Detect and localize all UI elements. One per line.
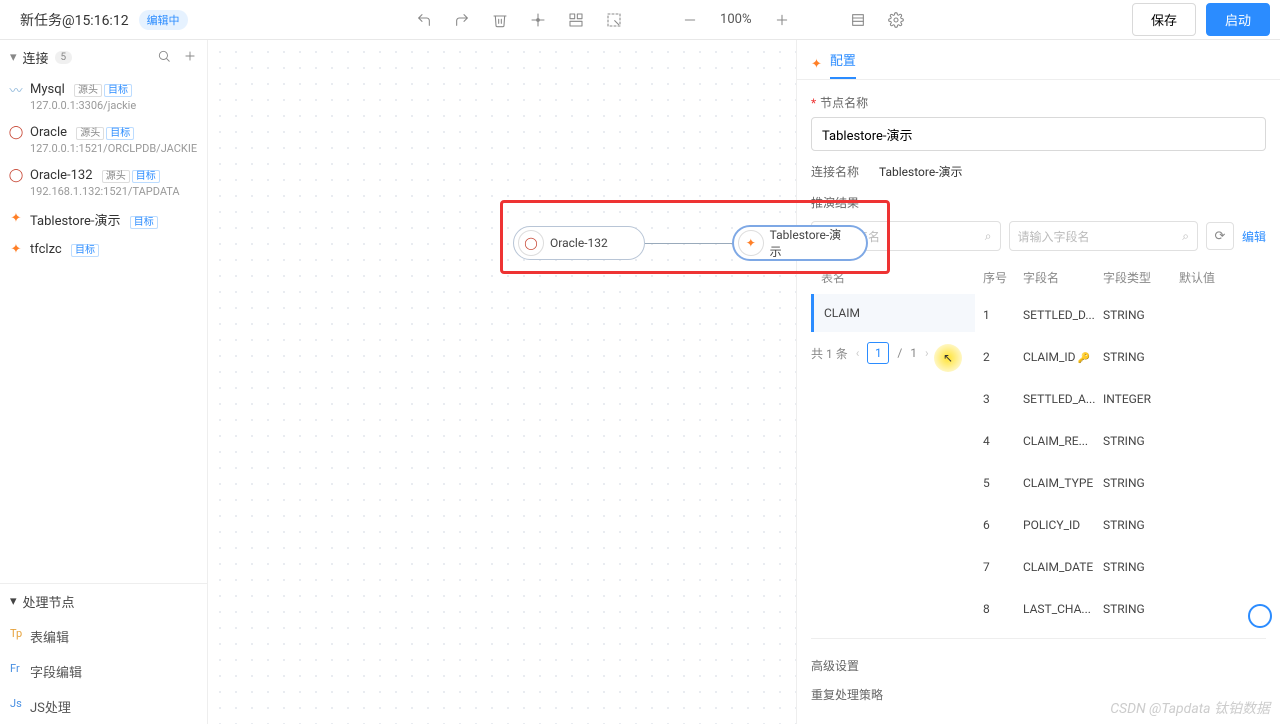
proc-section-title: 处理节点	[23, 592, 75, 611]
tab-config[interactable]: 配置	[830, 50, 856, 79]
field-row[interactable]: 5CLAIM_TYPESTRING	[983, 462, 1266, 504]
connection-item[interactable]: ✦ Tablestore-演示 目标	[0, 204, 207, 235]
tablestore-icon: ✦	[8, 210, 24, 226]
connection-count-badge: 5	[55, 51, 73, 64]
field-row[interactable]: 4CLAIM_RE...STRING	[983, 420, 1266, 462]
search-icon[interactable]	[157, 49, 171, 67]
refresh-icon[interactable]: ⟳	[1206, 222, 1234, 250]
chat-help-icon[interactable]	[1248, 604, 1272, 628]
flow-node-source[interactable]: ◯ Oracle-132	[513, 226, 645, 260]
oracle-icon: ◯	[8, 167, 24, 183]
connection-item[interactable]: ✦ tfclzc 目标	[0, 235, 207, 263]
watermark: CSDN @Tapdata 钛铂数据	[1110, 698, 1270, 718]
col-default: 默认值	[1179, 269, 1266, 286]
connection-name: Oracle-132	[30, 168, 93, 183]
tag: 目标	[71, 244, 99, 257]
edit-link[interactable]: 编辑	[1242, 228, 1266, 245]
connection-addr: 127.0.0.1:3306/jackie	[30, 99, 197, 112]
zoom-out-icon[interactable]	[680, 10, 700, 30]
chevron-down-icon[interactable]: ▾	[10, 50, 17, 65]
proc-abbr-icon: Tp	[10, 627, 22, 640]
connection-addr: 127.0.0.1:1521/ORCLPDB/JACKIE	[30, 142, 197, 155]
proc-abbr-icon: Fr	[10, 662, 20, 675]
table-row[interactable]: CLAIM	[811, 294, 975, 332]
layout-icon[interactable]	[566, 10, 586, 30]
center-icon[interactable]	[528, 10, 548, 30]
col-name: 字段名	[1023, 269, 1103, 286]
connection-addr: 192.168.1.132:1521/TAPDATA	[30, 185, 197, 198]
tablestore-icon: ✦	[738, 230, 764, 256]
pager-next-icon[interactable]: ›	[925, 346, 929, 360]
node-label: Oracle-132	[550, 236, 608, 250]
oracle-icon: ◯	[518, 230, 544, 256]
key-icon: 🔑	[1078, 353, 1090, 364]
add-icon[interactable]	[183, 49, 197, 67]
field-row[interactable]: 8LAST_CHA...STRING	[983, 588, 1266, 630]
field-row[interactable]: 2CLAIM_ID🔑STRING	[983, 336, 1266, 378]
undo-icon[interactable]	[414, 10, 434, 30]
config-panel: ✦ 配置 节点名称 连接名称 Tablestore-演示 推演结果 请输入表名 …	[796, 40, 1280, 724]
pager-current[interactable]: 1	[867, 342, 889, 364]
task-title: 新任务@15:16:12	[20, 10, 129, 30]
tablestore-icon: ✦	[8, 241, 24, 257]
connection-name: Mysql	[30, 82, 65, 97]
tablestore-icon: ✦	[811, 57, 822, 72]
search-icon: ⌕	[1182, 229, 1189, 244]
pager-total-pages: 1	[910, 346, 917, 360]
flow-canvas[interactable]: ◯ Oracle-132 ✦ Tablestore-演示	[208, 40, 796, 724]
cursor-highlight: ↖	[934, 344, 962, 372]
tag: 源头	[76, 127, 104, 140]
delete-icon[interactable]	[490, 10, 510, 30]
conn-name-value: Tablestore-演示	[879, 163, 963, 180]
connection-name: Oracle	[30, 125, 67, 140]
zoom-level: 100%	[718, 12, 754, 27]
chevron-down-icon[interactable]: ▾	[10, 594, 17, 609]
connection-item[interactable]: ◯ Oracle-132 源头目标 192.168.1.132:1521/TAP…	[0, 161, 207, 204]
field-row[interactable]: 6POLICY_IDSTRING	[983, 504, 1266, 546]
tag: 源头	[74, 84, 102, 97]
select-icon[interactable]	[604, 10, 624, 30]
conn-name-label: 连接名称	[811, 163, 871, 180]
left-sidebar: ▾ 连接 5 〰 Mysql 源头目标 127.0.0.1:3306/jacki…	[0, 40, 208, 724]
search-field-input[interactable]: 请输入字段名 ⌕	[1009, 221, 1199, 251]
col-type: 字段类型	[1103, 269, 1179, 286]
tag: 源头	[102, 170, 130, 183]
tag: 目标	[130, 216, 158, 229]
field-row[interactable]: 1SETTLED_D...STRING	[983, 294, 1266, 336]
connection-name: tfclzc	[30, 242, 62, 257]
tag: 目标	[132, 170, 160, 183]
zoom-in-icon[interactable]	[772, 10, 792, 30]
flow-edge[interactable]	[645, 243, 733, 244]
top-toolbar: 新任务@15:16:12 编辑中 100% 保存 启动	[0, 0, 1280, 40]
field-row[interactable]: 3SETTLED_A...INTEGER	[983, 378, 1266, 420]
start-button[interactable]: 启动	[1206, 3, 1270, 36]
proc-node-item[interactable]: Tp表编辑	[0, 619, 207, 654]
field-row[interactable]: 7CLAIM_DATESTRING	[983, 546, 1266, 588]
node-name-label: 节点名称	[811, 94, 1266, 111]
col-idx: 序号	[983, 269, 1023, 286]
proc-node-item[interactable]: JsJS处理	[0, 689, 207, 724]
settings-icon[interactable]	[886, 10, 906, 30]
pager-prev-icon[interactable]: ‹	[856, 346, 860, 360]
redo-icon[interactable]	[452, 10, 472, 30]
node-label: Tablestore-演示	[770, 226, 852, 260]
node-name-input[interactable]	[811, 117, 1266, 151]
connection-item[interactable]: 〰 Mysql 源头目标 127.0.0.1:3306/jackie	[0, 75, 207, 118]
advanced-settings-label[interactable]: 高级设置	[811, 651, 1266, 680]
edit-status-badge: 编辑中	[139, 10, 188, 30]
save-button[interactable]: 保存	[1132, 3, 1196, 36]
oracle-icon: ◯	[8, 124, 24, 140]
mysql-icon: 〰	[8, 81, 24, 97]
flow-node-target[interactable]: ✦ Tablestore-演示	[733, 226, 867, 260]
proc-node-item[interactable]: Fr字段编辑	[0, 654, 207, 689]
pager-total: 共 1 条	[811, 345, 848, 362]
connection-name: Tablestore-演示	[30, 210, 121, 229]
connection-item[interactable]: ◯ Oracle 源头目标 127.0.0.1:1521/ORCLPDB/JAC…	[0, 118, 207, 161]
search-icon: ⌕	[985, 229, 992, 244]
tag: 目标	[106, 127, 134, 140]
tag: 目标	[104, 84, 132, 97]
proc-abbr-icon: Js	[10, 697, 22, 710]
list-icon[interactable]	[848, 10, 868, 30]
connections-section-title: 连接	[23, 48, 49, 67]
